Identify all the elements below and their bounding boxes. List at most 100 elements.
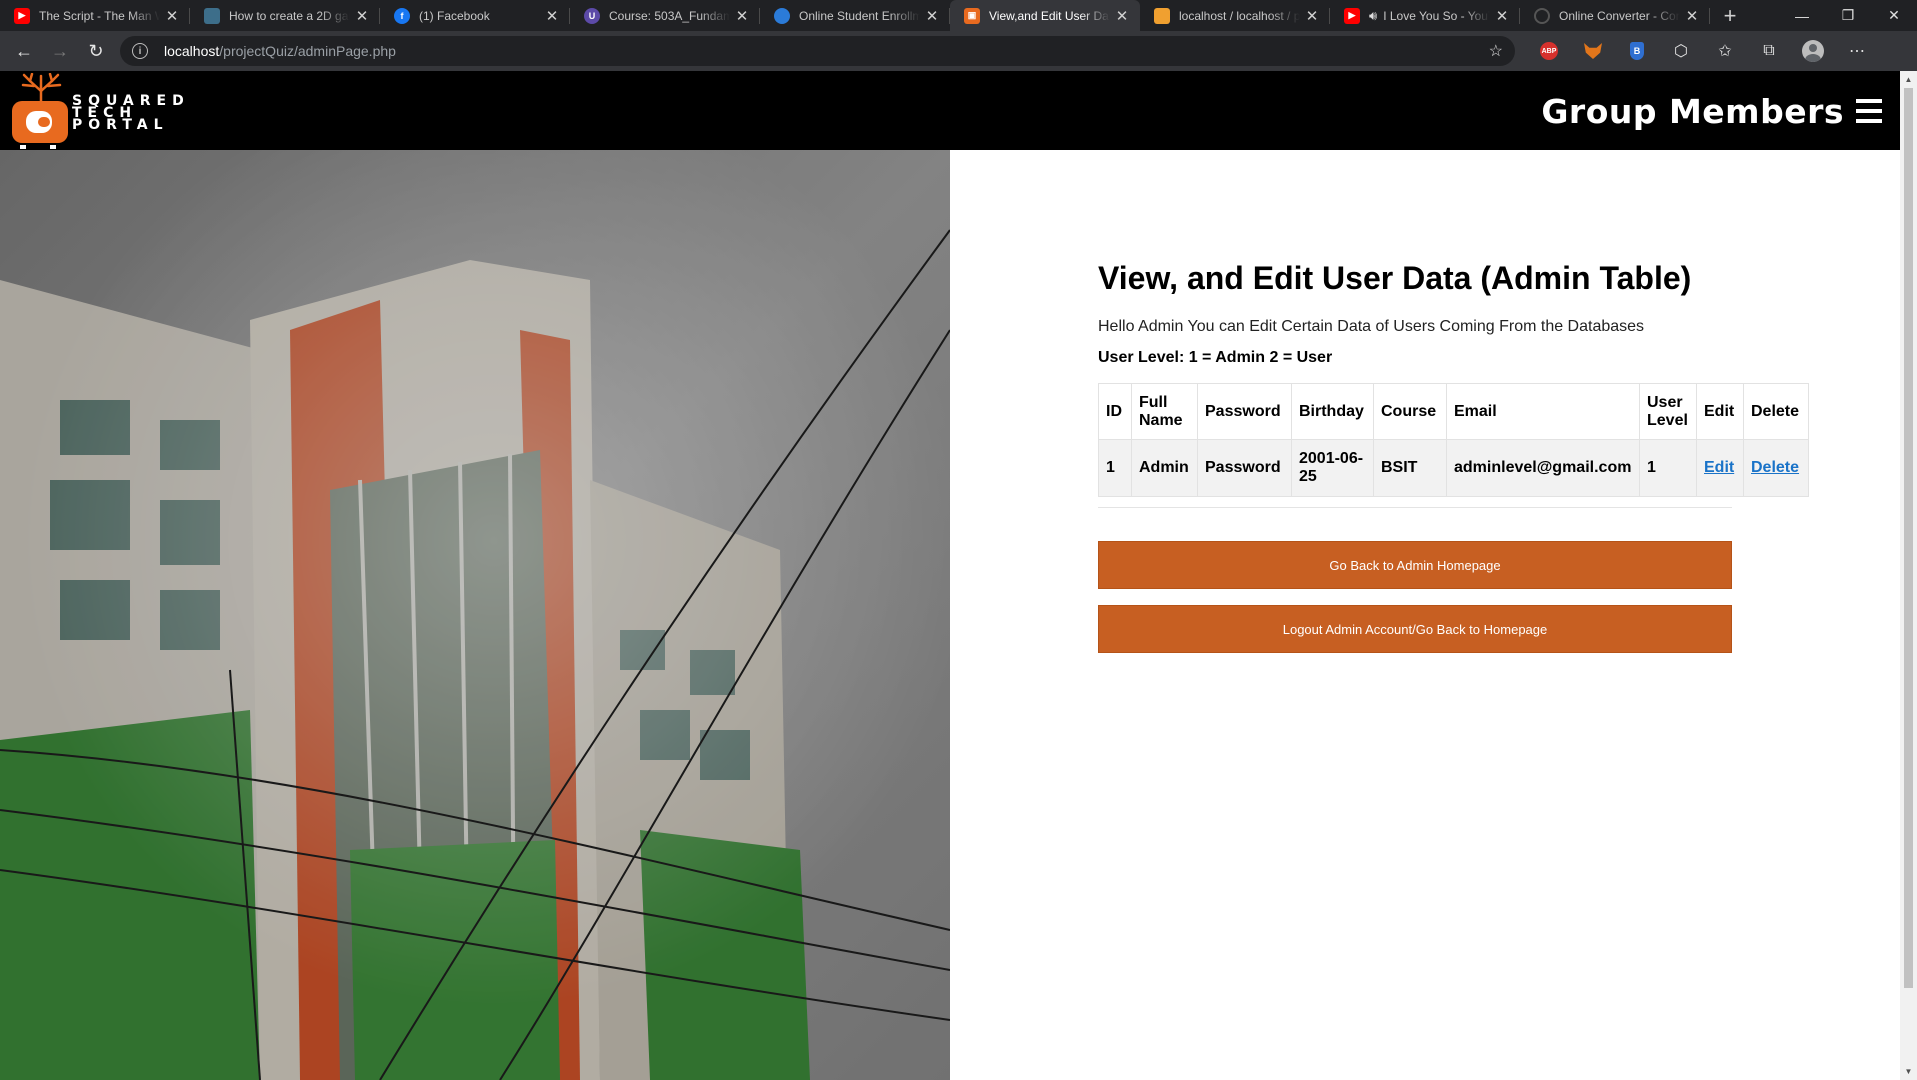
- youtube-icon: ▶: [14, 7, 30, 24]
- tab-title: The Script - The Man Who Can't Be Moved: [39, 8, 160, 23]
- cell-id: 1: [1098, 439, 1132, 497]
- url-host: localhost: [164, 43, 220, 59]
- site-logo[interactable]: SQUARED TECH PORTAL: [6, 73, 206, 149]
- bitwarden-icon[interactable]: B: [1615, 35, 1659, 67]
- forward-arrow-icon[interactable]: →: [42, 35, 78, 67]
- site-header: SQUARED TECH PORTAL Group Members: [0, 71, 1900, 150]
- logout-admin-button[interactable]: Logout Admin Account/Go Back to Homepage: [1098, 605, 1732, 653]
- edit-link[interactable]: Edit: [1704, 459, 1734, 476]
- column-header-user-level: User Level: [1639, 383, 1697, 440]
- tab-course[interactable]: U Course: 503A_Fundamentals ✕: [570, 0, 760, 31]
- browser-toolbar: ← → ↻ i localhost/projectQuiz/adminPage.…: [0, 31, 1917, 71]
- speaker-icon[interactable]: 🔊︎: [1369, 8, 1377, 24]
- intro-text: Hello Admin You can Edit Certain Data of…: [1098, 318, 1645, 335]
- browser-tab-strip: ▶ The Script - The Man Who Can't Be Move…: [0, 0, 1917, 31]
- reload-icon[interactable]: ↻: [78, 35, 114, 67]
- close-tab-icon[interactable]: ✕: [924, 7, 940, 25]
- tab-enrollment[interactable]: Online Student Enrollment ✕: [760, 0, 950, 31]
- table-row: 1 Admin Password 2001-06-25 BSIT adminle…: [1098, 439, 1809, 497]
- group-members-label: Group Members: [1541, 91, 1844, 131]
- more-menu-icon[interactable]: ⋯: [1835, 35, 1879, 67]
- bookmark-star-icon[interactable]: ☆: [1489, 41, 1503, 61]
- url-path: /projectQuiz/adminPage.php: [219, 43, 396, 59]
- tab-title: I Love You So - YouTube: [1383, 8, 1490, 23]
- column-header-id: ID: [1098, 383, 1132, 440]
- minimize-icon[interactable]: —: [1779, 0, 1825, 31]
- university-building-photo: [0, 150, 950, 1080]
- cell-edit: Edit: [1696, 439, 1744, 497]
- tab-title: View,and Edit User Data: [989, 8, 1110, 23]
- hamburger-icon[interactable]: [1856, 99, 1882, 123]
- tab-title: Course: 503A_Fundamentals: [609, 8, 730, 23]
- metamask-icon[interactable]: [1571, 35, 1615, 67]
- tab-online-converter[interactable]: Online Converter - Convert ✕: [1520, 0, 1710, 31]
- close-tab-icon[interactable]: ✕: [734, 7, 750, 25]
- tab-2d-game[interactable]: How to create a 2D game ✕: [190, 0, 380, 31]
- delete-link[interactable]: Delete: [1751, 459, 1799, 476]
- column-header-delete: Delete: [1743, 383, 1809, 440]
- tab-facebook[interactable]: f (1) Facebook ✕: [380, 0, 570, 31]
- close-tab-icon[interactable]: ✕: [1114, 7, 1130, 25]
- scroll-up-arrow-icon[interactable]: ▲: [1900, 71, 1917, 88]
- close-tab-icon[interactable]: ✕: [544, 7, 560, 25]
- page-viewport: SQUARED TECH PORTAL Group Members View, …: [0, 71, 1900, 1080]
- page-scrollbar[interactable]: ▲ ▼: [1900, 71, 1917, 1080]
- column-header-password: Password: [1197, 383, 1292, 440]
- profile-avatar[interactable]: [1791, 35, 1835, 67]
- column-header-course: Course: [1373, 383, 1447, 440]
- tab-title: How to create a 2D game: [229, 8, 350, 23]
- cell-email: adminlevel@gmail.com: [1446, 439, 1640, 497]
- close-tab-icon[interactable]: ✕: [1684, 7, 1700, 25]
- close-tab-icon[interactable]: ✕: [164, 7, 180, 25]
- admin-content: View, and Edit User Data (Admin Table) H…: [1098, 260, 1818, 653]
- scrollbar-thumb[interactable]: [1904, 88, 1913, 988]
- extensions-puzzle-icon[interactable]: ⬡: [1659, 35, 1703, 67]
- cell-delete: Delete: [1743, 439, 1809, 497]
- admin-user-table: ID Full Name Password Birthday Course Em…: [1098, 383, 1809, 497]
- cell-birthday: 2001-06-25: [1291, 439, 1374, 497]
- building-illustration: [0, 150, 950, 1080]
- collections-icon[interactable]: ⧉: [1747, 35, 1791, 67]
- cell-password: Password: [1197, 439, 1292, 497]
- portal-icon: ▣: [964, 7, 980, 24]
- site-info-icon[interactable]: i: [132, 43, 148, 59]
- adblock-plus-icon[interactable]: ABP: [1527, 35, 1571, 67]
- new-tab-button[interactable]: +: [1710, 0, 1750, 31]
- logo-square-icon: [12, 101, 68, 143]
- tree-logo-icon: [21, 73, 62, 103]
- favorites-icon[interactable]: ✩: [1703, 35, 1747, 67]
- window-controls: — ❐ ✕: [1779, 0, 1917, 31]
- cell-full-name: Admin: [1131, 439, 1198, 497]
- page-title: View, and Edit User Data (Admin Table): [1098, 260, 1692, 296]
- group-members-menu[interactable]: Group Members: [1541, 91, 1882, 131]
- back-to-admin-homepage-button[interactable]: Go Back to Admin Homepage: [1098, 541, 1732, 589]
- restore-icon[interactable]: ❐: [1825, 0, 1871, 31]
- address-bar[interactable]: i localhost/projectQuiz/adminPage.php ☆: [120, 36, 1515, 66]
- close-tab-icon[interactable]: ✕: [354, 7, 370, 25]
- close-tab-icon[interactable]: ✕: [1304, 7, 1320, 25]
- column-header-full-name: Full Name: [1131, 383, 1198, 440]
- globe-icon: [774, 7, 790, 24]
- page-icon: [204, 7, 220, 24]
- back-arrow-icon[interactable]: ←: [6, 35, 42, 67]
- tab-phpmyadmin[interactable]: localhost / localhost / projectquiz ✕: [1140, 0, 1330, 31]
- tab-youtube-the-script[interactable]: ▶ The Script - The Man Who Can't Be Move…: [0, 0, 190, 31]
- logo-feet: [20, 145, 60, 149]
- tab-title: (1) Facebook: [419, 8, 490, 23]
- column-header-birthday: Birthday: [1291, 383, 1374, 440]
- course-icon: U: [584, 7, 600, 24]
- facebook-icon: f: [394, 7, 410, 24]
- tab-youtube-i-love-you-so[interactable]: ▶ 🔊︎ I Love You So - YouTube ✕: [1330, 0, 1520, 31]
- cell-user-level: 1: [1639, 439, 1697, 497]
- column-header-email: Email: [1446, 383, 1640, 440]
- logo-line: PORTAL: [72, 117, 169, 133]
- divider: [1098, 507, 1732, 508]
- tab-admin-page[interactable]: ▣ View,and Edit User Data ✕: [950, 0, 1140, 31]
- close-window-icon[interactable]: ✕: [1871, 0, 1917, 31]
- tab-title: localhost / localhost / projectquiz: [1179, 8, 1300, 23]
- scroll-down-arrow-icon[interactable]: ▼: [1900, 1063, 1917, 1080]
- extensions-bar: ABP B ⬡ ✩ ⧉ ⋯: [1527, 35, 1879, 67]
- close-tab-icon[interactable]: ✕: [1494, 7, 1510, 25]
- tab-title: Online Student Enrollment: [799, 8, 920, 23]
- table-header-row: ID Full Name Password Birthday Course Em…: [1098, 383, 1809, 440]
